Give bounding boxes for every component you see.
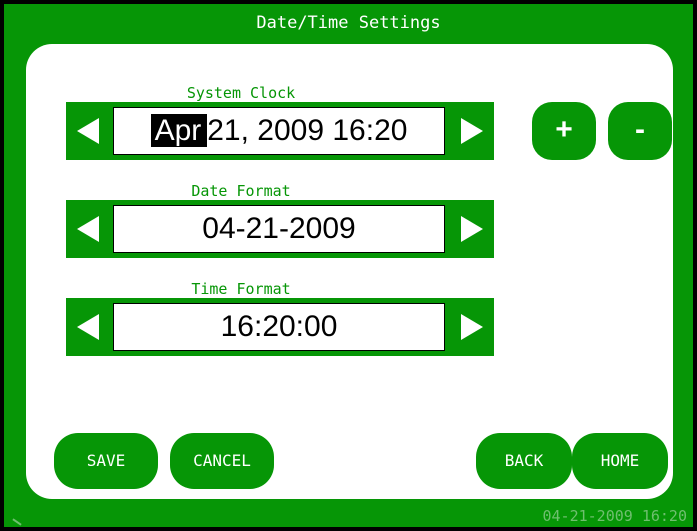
date-format-field: 04-21-2009: [113, 205, 445, 253]
home-button[interactable]: HOME: [572, 433, 668, 489]
arrow-right-icon: [461, 314, 483, 340]
time-format-prev-button[interactable]: [66, 298, 110, 356]
arrow-left-icon: [77, 314, 99, 340]
time-format-next-button[interactable]: [450, 298, 494, 356]
window-title: Date/Time Settings: [256, 13, 441, 33]
date-format-row: 04-21-2009: [66, 200, 494, 258]
date-format-label: Date Format: [189, 182, 293, 201]
status-datetime: 04-21-2009 16:20: [542, 507, 688, 525]
arrow-left-icon: [77, 118, 99, 144]
system-clock-label: System Clock: [184, 84, 298, 103]
settings-panel: System Clock Apr 21, 2009 16:20 + - Date …: [26, 44, 673, 499]
date-format-prev-button[interactable]: [66, 200, 110, 258]
arrow-right-icon: [461, 118, 483, 144]
back-button[interactable]: BACK: [476, 433, 572, 489]
corner-mark: [12, 518, 22, 526]
settings-window: Date/Time Settings System Clock Apr 21, 2…: [4, 4, 693, 527]
arrow-right-icon: [461, 216, 483, 242]
system-clock-field[interactable]: Apr 21, 2009 16:20: [113, 107, 445, 155]
increment-button[interactable]: +: [532, 102, 596, 160]
system-clock-month-segment[interactable]: Apr: [150, 114, 208, 147]
time-format-field: 16:20:00: [113, 303, 445, 351]
arrow-left-icon: [77, 216, 99, 242]
decrement-button[interactable]: -: [608, 102, 672, 160]
cancel-button[interactable]: CANCEL: [170, 433, 274, 489]
time-format-row: 16:20:00: [66, 298, 494, 356]
system-clock-next-button[interactable]: [450, 102, 494, 160]
save-button[interactable]: SAVE: [54, 433, 158, 489]
time-format-label: Time Format: [189, 280, 293, 299]
system-clock-prev-button[interactable]: [66, 102, 110, 160]
date-format-next-button[interactable]: [450, 200, 494, 258]
system-clock-row: Apr 21, 2009 16:20: [66, 102, 494, 160]
system-clock-rest: 21, 2009 16:20: [207, 114, 408, 147]
